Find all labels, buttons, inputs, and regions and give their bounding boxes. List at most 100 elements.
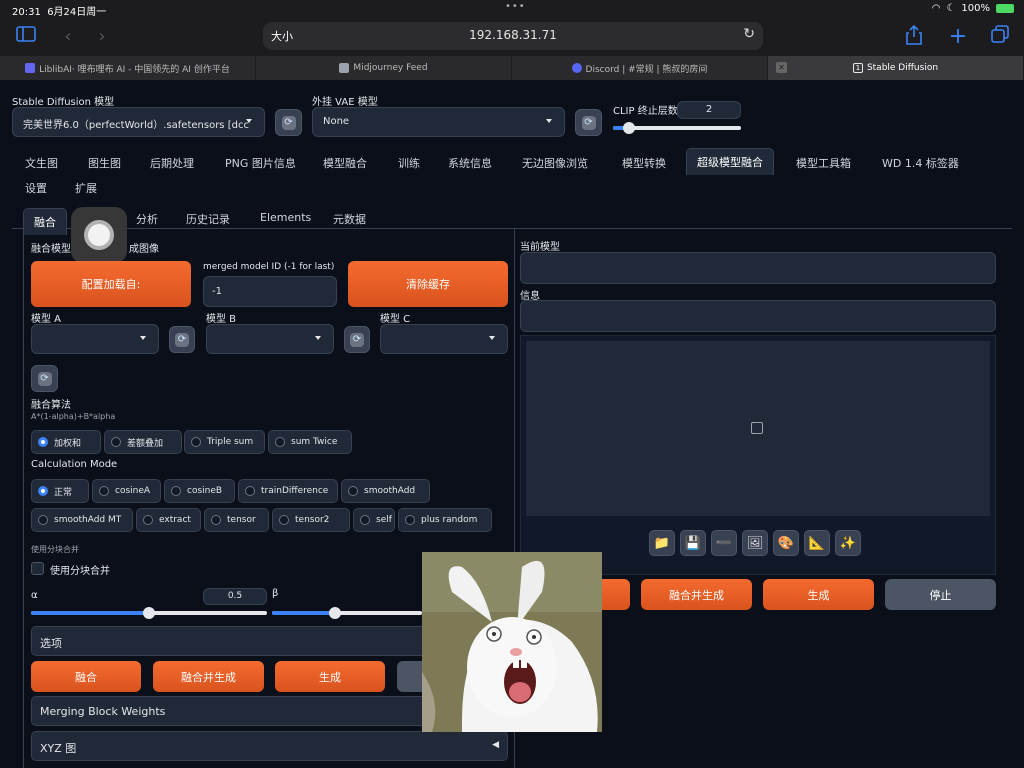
floating-image-overlay[interactable] (422, 552, 602, 732)
subtab-history[interactable]: 历史记录 (186, 211, 230, 227)
refresh-model-b-button[interactable]: ⟳ (344, 326, 370, 353)
image-output[interactable] (526, 341, 990, 516)
subtab-analysis[interactable]: 分析 (136, 211, 158, 227)
clip-skip-input[interactable]: 2 (677, 101, 741, 119)
forward-icon[interactable]: › (90, 25, 114, 49)
subtab-metadata[interactable]: 元数据 (333, 211, 366, 227)
load-config-button[interactable]: 配置加载自: (31, 261, 191, 307)
refresh-icon: ⟳ (281, 115, 296, 130)
model-b-select[interactable] (206, 324, 334, 354)
radio-option[interactable]: extract (136, 508, 201, 532)
radio-option[interactable]: tensor2 (272, 508, 350, 532)
reload-icon[interactable]: ↻ (743, 26, 755, 42)
main-tab-1[interactable]: 图生图 (88, 155, 121, 171)
status-time-date: 20:31 6月24日周一 (12, 3, 106, 18)
radio-label: 加权和 (54, 438, 82, 449)
main-tab-6[interactable]: 系统信息 (448, 155, 492, 171)
main-tab-12[interactable]: 设置 (25, 180, 47, 196)
new-tab-icon[interactable]: + (946, 25, 970, 49)
beta-slider-knob[interactable] (329, 607, 341, 619)
refresh-all-models-button[interactable]: ⟳ (31, 365, 58, 392)
palette-icon[interactable]: 🎨 (773, 530, 799, 556)
status-date: 6月24日周一 (47, 7, 107, 18)
clip-skip-slider-knob[interactable] (623, 122, 635, 134)
merge-and-gen-button-right[interactable]: 融合并生成 (641, 579, 752, 610)
sparkle-icon[interactable]: ✨ (835, 530, 861, 556)
main-tab-0[interactable]: 文生图 (25, 155, 58, 171)
radio-option[interactable]: trainDifference (238, 479, 338, 503)
model-id-input[interactable]: -1 (203, 276, 337, 307)
send-icon[interactable]: ➖ (711, 530, 737, 556)
alpha-input[interactable]: 0.5 (203, 588, 267, 605)
main-tab-13[interactable]: 扩展 (75, 180, 97, 196)
ruler-icon[interactable]: 📐 (804, 530, 830, 556)
block-merge-checkbox[interactable] (31, 562, 44, 575)
current-model-field[interactable] (520, 252, 996, 284)
radio-dot-icon (171, 486, 181, 496)
folder-icon[interactable]: 📁 (649, 530, 675, 556)
model-a-select[interactable] (31, 324, 159, 354)
subtab-elements[interactable]: Elements (260, 211, 311, 224)
battery-percent: 100% (961, 3, 990, 14)
radio-option[interactable]: cosineB (164, 479, 235, 503)
back-icon[interactable]: ‹ (56, 25, 80, 49)
radio-option[interactable]: sum Twice (268, 430, 352, 454)
radio-option[interactable]: self (353, 508, 395, 532)
generate-button-right[interactable]: 生成 (763, 579, 874, 610)
address-bar[interactable]: 大小 192.168.31.71 ↻ (263, 22, 763, 50)
share-icon[interactable] (902, 24, 926, 49)
alpha-slider-knob[interactable] (143, 607, 155, 619)
main-tab-10[interactable]: 模型工具箱 (796, 155, 851, 171)
sd-model-select[interactable]: 完美世界6.0（perfectWorld）.safetensors [dcc (12, 107, 265, 137)
main-tab-7[interactable]: 无边图像浏览 (522, 155, 588, 171)
merge-button[interactable]: 融合 (31, 661, 141, 692)
radio-option[interactable]: smoothAdd (341, 479, 430, 503)
radio-option[interactable]: Triple sum (184, 430, 265, 454)
main-tab-11[interactable]: WD 1.4 标签器 (882, 155, 959, 171)
current-model-label: 当前模型 (520, 242, 560, 253)
main-tab-2[interactable]: 后期处理 (150, 155, 194, 171)
close-tab-icon[interactable]: ✕ (776, 62, 787, 73)
xyz-plot-accordion[interactable]: XYZ 图 ◀ (31, 731, 508, 761)
browser-tab-discord[interactable]: Discord | #常规 | 熊叔的房间 (512, 56, 768, 80)
radio-label: smoothAdd MT (54, 515, 122, 525)
merge-and-gen-button[interactable]: 融合并生成 (153, 661, 264, 692)
sidebar-icon[interactable] (14, 25, 38, 49)
radio-dot-icon (360, 515, 370, 525)
refresh-vae-button[interactable]: ⟳ (575, 109, 602, 136)
radio-option[interactable]: 正常 (31, 479, 89, 503)
browser-tab-liblib[interactable]: LiblibAI· 哩布哩布 AI - 中国领先的 AI 创作平台 (0, 56, 256, 80)
generate-button[interactable]: 生成 (275, 661, 385, 692)
tabs-overview-icon[interactable] (988, 25, 1012, 49)
radio-label: cosineA (115, 486, 151, 496)
main-tab-4[interactable]: 模型融合 (323, 155, 367, 171)
radio-option[interactable]: tensor (204, 508, 269, 532)
alpha-slider-fill (31, 611, 149, 615)
refresh-model-a-button[interactable]: ⟳ (169, 326, 195, 353)
chevron-down-icon (489, 336, 495, 340)
clear-cache-button[interactable]: 清除缓存 (348, 261, 508, 307)
block-merge-checkbox-label: 使用分块合并 (50, 566, 110, 577)
browser-tab-midjourney[interactable]: Midjourney Feed (256, 56, 512, 80)
radio-option[interactable]: plus random (398, 508, 492, 532)
radio-option[interactable]: 差额叠加 (104, 430, 182, 454)
radio-option[interactable]: 加权和 (31, 430, 101, 454)
refresh-sd-model-button[interactable]: ⟳ (275, 109, 302, 136)
info-field[interactable] (520, 300, 996, 332)
image-send-icon[interactable]: 🖼 (742, 530, 768, 556)
browser-tab-stable-diffusion[interactable]: ✕ 1 Stable Diffusion (768, 56, 1024, 80)
model-c-select[interactable] (380, 324, 508, 354)
chevron-down-icon (546, 119, 552, 123)
main-tab-3[interactable]: PNG 图片信息 (225, 155, 296, 171)
main-tab-9[interactable]: 超级模型融合 (686, 148, 774, 175)
radio-option[interactable]: smoothAdd MT (31, 508, 133, 532)
save-icon[interactable]: 💾 (680, 530, 706, 556)
vae-select[interactable]: None (312, 107, 565, 137)
main-tab-8[interactable]: 模型转换 (622, 155, 666, 171)
radio-dot-icon (38, 437, 48, 447)
multitask-dots-icon[interactable]: ••• (505, 1, 526, 12)
browser-tab-label: Midjourney Feed (353, 63, 428, 73)
stop-button-right[interactable]: 停止 (885, 579, 996, 610)
radio-option[interactable]: cosineA (92, 479, 161, 503)
main-tab-5[interactable]: 训练 (398, 155, 420, 171)
